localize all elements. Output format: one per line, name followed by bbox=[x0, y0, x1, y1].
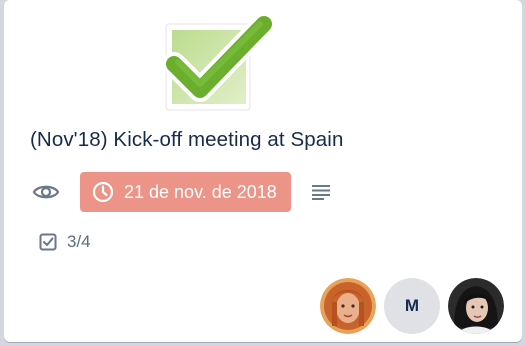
member-avatar-initial[interactable]: M bbox=[384, 278, 440, 334]
checklist-badge: 3/4 bbox=[38, 232, 91, 252]
due-date-badge[interactable]: 21 de nov. de 2018 bbox=[80, 172, 291, 212]
green-checkmark-icon bbox=[160, 12, 282, 118]
due-date-text: 21 de nov. de 2018 bbox=[124, 181, 277, 202]
eye-icon bbox=[30, 176, 62, 208]
checkbox-icon bbox=[38, 232, 58, 252]
trello-card[interactable]: (Nov'18) Kick-off meeting at Spain 21 de… bbox=[4, 0, 522, 342]
member-avatar[interactable] bbox=[320, 278, 376, 334]
card-badges: 21 de nov. de 2018 bbox=[30, 170, 333, 214]
checklist-progress: 3/4 bbox=[67, 232, 91, 251]
member-initial: M bbox=[404, 296, 420, 315]
member-avatar[interactable] bbox=[448, 278, 504, 334]
clock-icon bbox=[92, 181, 114, 203]
card-members: M bbox=[312, 278, 504, 334]
description-lines-icon bbox=[309, 180, 333, 204]
card-title[interactable]: (Nov'18) Kick-off meeting at Spain bbox=[30, 128, 343, 152]
